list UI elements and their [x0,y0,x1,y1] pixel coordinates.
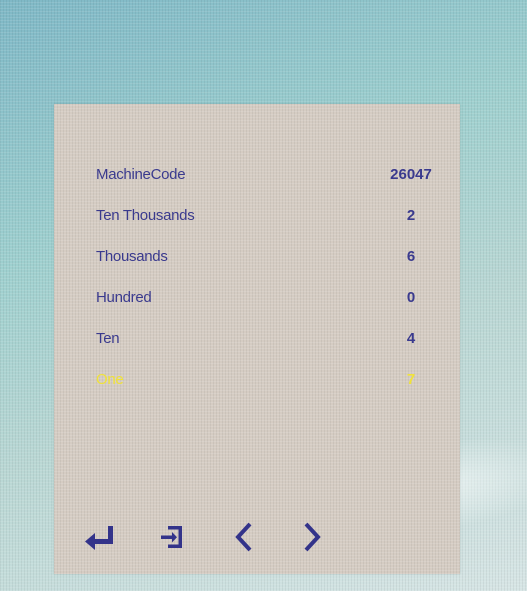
row-label: Thousands [96,248,168,265]
machine-code-panel: MachineCode 26047 Ten Thousands 2 Thousa… [54,104,460,574]
row-ten[interactable]: Ten 4 [96,330,446,352]
row-machine-code[interactable]: MachineCode 26047 [96,166,446,188]
enter-button[interactable] [82,519,118,555]
left-arrow-icon [235,522,252,552]
row-label: Ten [96,330,120,347]
row-value: 0 [406,289,416,306]
row-thousands[interactable]: Thousands 6 [96,248,446,270]
row-one[interactable]: One 7 [96,371,446,393]
bottom-toolbar [82,519,342,559]
right-arrow-icon [304,522,321,552]
row-value: 26047 [390,166,432,183]
row-label: Ten Thousands [96,207,195,224]
row-value: 6 [406,248,416,265]
row-ten-thousands[interactable]: Ten Thousands 2 [96,207,446,229]
left-arrow-button[interactable] [226,519,262,555]
row-label: One [96,371,124,388]
row-value: 7 [406,371,416,388]
row-label: Hundred [96,289,152,306]
enter-icon [85,526,113,550]
exit-button[interactable] [154,519,190,555]
right-arrow-button[interactable] [294,519,330,555]
row-value: 2 [406,207,416,224]
row-hundred[interactable]: Hundred 0 [96,289,446,311]
exit-icon [161,526,182,548]
row-label: MachineCode [96,166,186,183]
row-value: 4 [406,330,416,347]
